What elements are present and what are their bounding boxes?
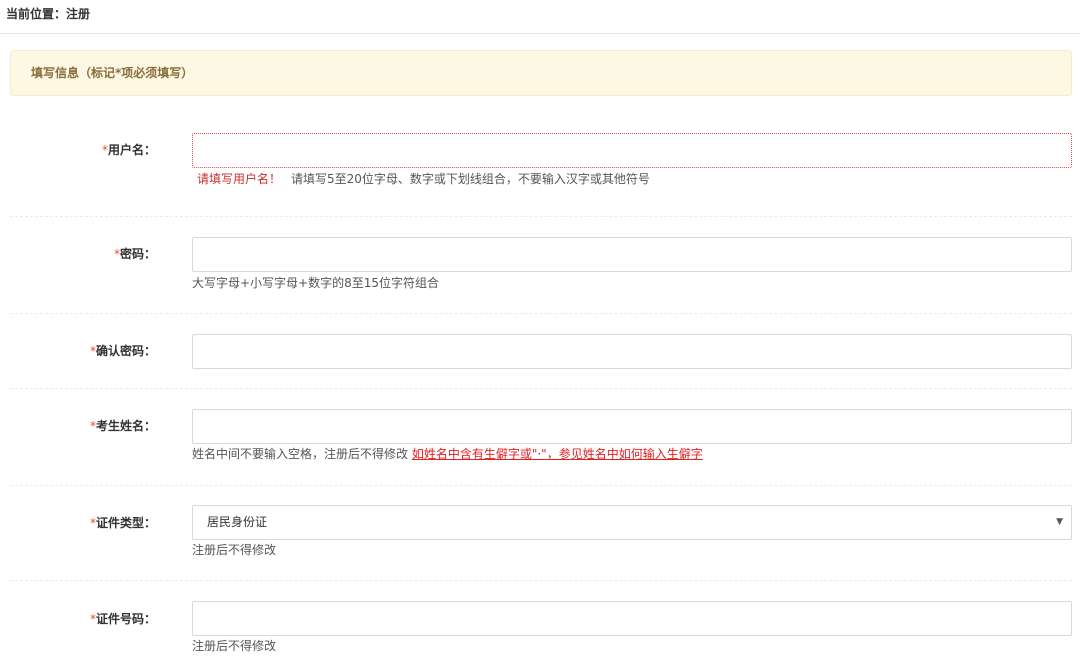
id-type-label: *证件类型：: [0, 513, 156, 533]
row-divider: [10, 216, 1072, 217]
username-hint: 请填写用户名！请填写5至20位字母、数字或下划线组合，不要输入汉字或其他符号: [192, 170, 650, 188]
id-number-label: *证件号码：: [0, 609, 156, 629]
row-divider: [10, 580, 1072, 581]
form-notice: 填写信息（标记*项必须填写）: [10, 50, 1072, 96]
row-divider: [10, 313, 1072, 314]
id-number-hint: 注册后不得修改: [192, 637, 276, 655]
name-label: *考生姓名：: [0, 416, 156, 436]
id-number-input[interactable]: [192, 601, 1072, 636]
row-divider: [10, 388, 1072, 389]
id-type-hint: 注册后不得修改: [192, 541, 276, 559]
breadcrumb: 当前位置：注册: [6, 4, 90, 24]
rare-character-help-link[interactable]: 如姓名中含有生僻字或"·"，参见姓名中如何输入生僻字: [412, 447, 703, 461]
password-label: *密码：: [0, 244, 156, 264]
header-divider: [0, 33, 1080, 34]
username-error: 请填写用户名！: [197, 172, 281, 186]
password-input[interactable]: [192, 237, 1072, 272]
id-type-select[interactable]: 居民身份证 ▼: [192, 505, 1072, 540]
row-divider: [10, 485, 1072, 486]
confirm-password-label: *确认密码：: [0, 341, 156, 361]
name-input[interactable]: [192, 409, 1072, 444]
confirm-password-input[interactable]: [192, 334, 1072, 369]
password-hint: 大写字母+小写字母+数字的8至15位字符组合: [192, 274, 439, 292]
username-label: *用户名：: [0, 140, 156, 160]
caret-down-icon: ▼: [1056, 506, 1063, 539]
username-input[interactable]: [192, 133, 1072, 168]
name-hint: 姓名中间不要输入空格，注册后不得修改 如姓名中含有生僻字或"·"，参见姓名中如何…: [192, 445, 703, 463]
id-type-selected: 居民身份证: [207, 515, 267, 529]
